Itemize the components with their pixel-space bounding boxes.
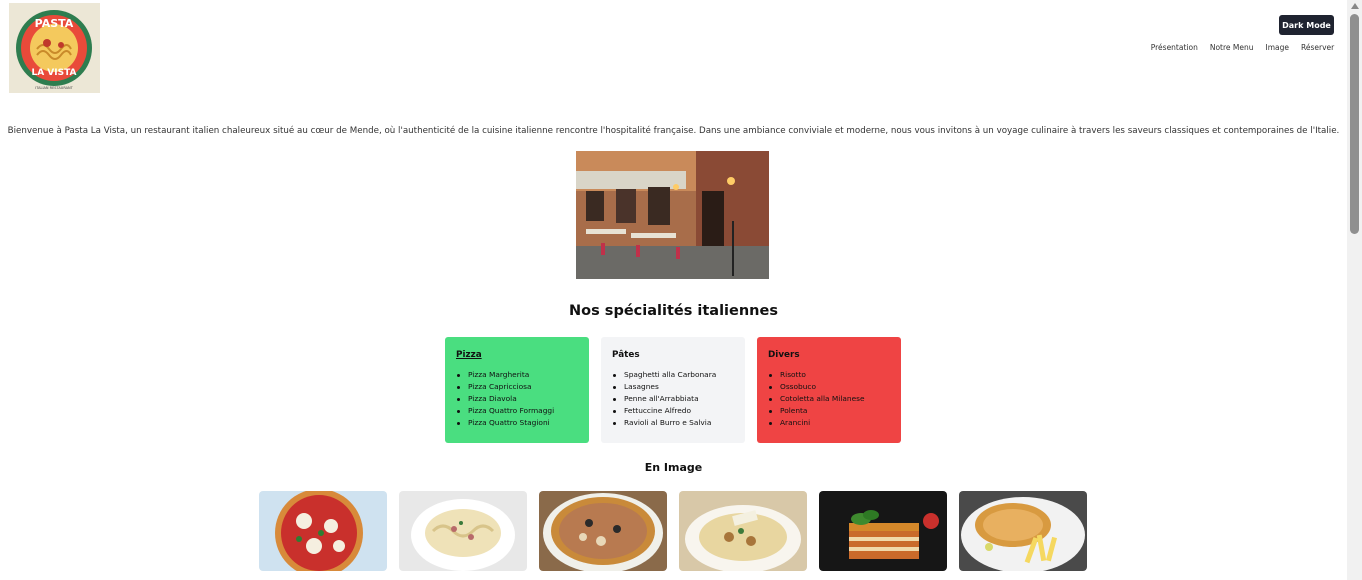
intro-text: Bienvenue à Pasta La Vista, un restauran… bbox=[7, 126, 1340, 136]
scroll-thumb[interactable] bbox=[1350, 14, 1359, 234]
scroll-up-arrow-icon[interactable] bbox=[1351, 3, 1359, 9]
logo-text-top: PASTA bbox=[35, 17, 74, 30]
lasagna-photo bbox=[819, 491, 947, 571]
gallery-title: En Image bbox=[644, 461, 703, 474]
menu-item: Ravioli al Burro e Salvia bbox=[612, 417, 734, 429]
menu-item: Risotto bbox=[768, 369, 890, 381]
menu-card-title: Pâtes bbox=[612, 350, 640, 360]
menu-item: Penne all'Arrabbiata bbox=[612, 393, 734, 405]
nav-link-image[interactable]: Image bbox=[1266, 43, 1290, 52]
pizza-photo bbox=[259, 491, 387, 571]
logo-caption: ITALIAN RESTAURANT bbox=[35, 86, 73, 90]
dark-mode-button[interactable]: Dark Mode bbox=[1279, 15, 1334, 35]
menu-item: Pizza Quattro Stagioni bbox=[456, 417, 578, 429]
menu-card-pizza: Pizza Pizza Margherita Pizza Capricciosa… bbox=[445, 337, 589, 443]
image-gallery bbox=[259, 491, 1087, 571]
menu-card-title[interactable]: Pizza bbox=[456, 350, 578, 360]
nav-link-reserver[interactable]: Réserver ! bbox=[1301, 43, 1335, 52]
menu-item: Spaghetti alla Carbonara bbox=[612, 369, 734, 381]
menu-card-divers: Divers Risotto Ossobuco Cotoletta alla M… bbox=[757, 337, 901, 443]
menu-item: Pizza Diavola bbox=[456, 393, 578, 405]
menu-item: Lasagnes bbox=[612, 381, 734, 393]
menu-item: Cotoletta alla Milanese bbox=[768, 393, 890, 405]
specialties-title: Nos spécialités italiennes bbox=[569, 303, 778, 319]
menu-item: Ossobuco bbox=[768, 381, 890, 393]
menu-item: Pizza Margherita bbox=[456, 369, 578, 381]
nav-link-presentation[interactable]: Présentation bbox=[1151, 43, 1198, 52]
nav-link-menu[interactable]: Notre Menu bbox=[1210, 43, 1254, 52]
risotto-photo bbox=[679, 491, 807, 571]
menu-card-title: Divers bbox=[768, 350, 800, 360]
restaurant-logo: PASTA LA VISTA ITALIAN RESTAURANT bbox=[9, 3, 100, 93]
menu-item: Fettuccine Alfredo bbox=[612, 405, 734, 417]
menu-item: Arancini bbox=[768, 417, 890, 429]
main-nav: Présentation Notre Menu Image Réserver ! bbox=[1139, 43, 1335, 52]
menu-card-pates: Pâtes Spaghetti alla Carbonara Lasagnes … bbox=[601, 337, 745, 443]
carbonara-photo bbox=[399, 491, 527, 571]
pizza-mushroom-photo bbox=[539, 491, 667, 571]
cotoletta-photo bbox=[959, 491, 1087, 571]
menu-item: Polenta bbox=[768, 405, 890, 417]
page-scrollbar[interactable] bbox=[1347, 0, 1362, 580]
menu-item: Pizza Quattro Formaggi bbox=[456, 405, 578, 417]
restaurant-terrace-photo bbox=[576, 151, 769, 279]
logo-text-bottom: LA VISTA bbox=[31, 68, 76, 78]
menu-item: Pizza Capricciosa bbox=[456, 381, 578, 393]
